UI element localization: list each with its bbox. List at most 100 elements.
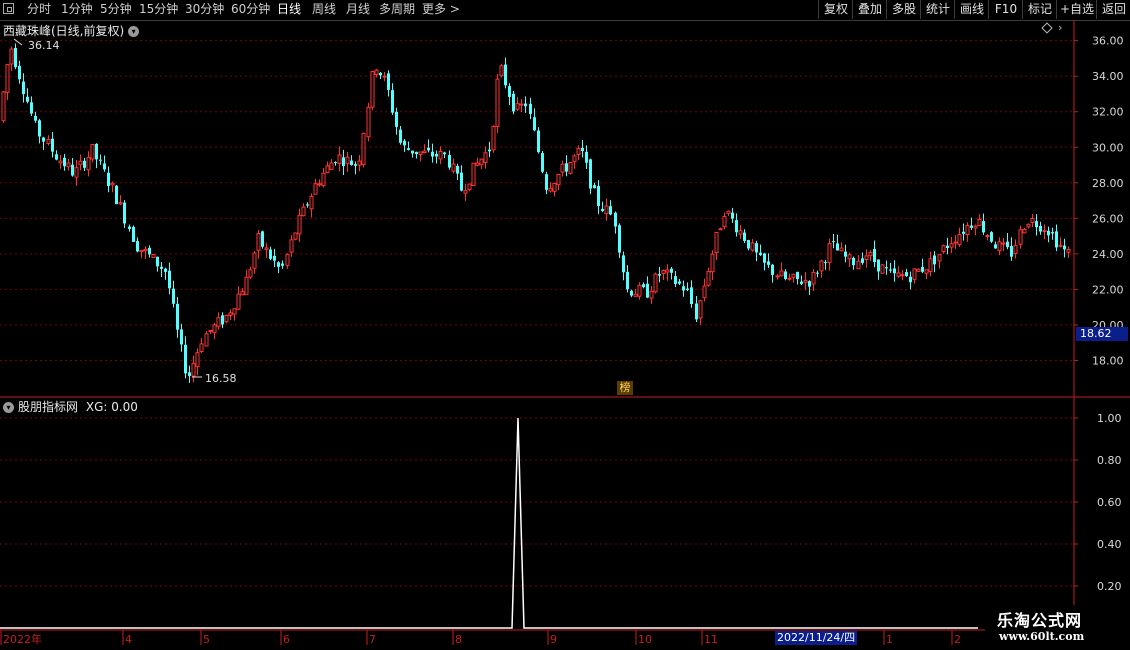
candle-body-down <box>1047 230 1050 236</box>
candle-body-down <box>877 259 880 272</box>
candle-body-up <box>228 312 233 316</box>
candle-body-down <box>545 174 548 190</box>
candle-body-up <box>977 218 982 226</box>
candle-body-down <box>844 251 847 257</box>
price-tick-label: 36.00 <box>1092 35 1124 48</box>
chevron-down-icon[interactable]: ▾ <box>128 26 140 37</box>
candle-body-down <box>508 86 511 97</box>
candle-body-up <box>827 243 832 263</box>
candle-body-up <box>58 160 63 164</box>
candle-body-down <box>909 276 912 283</box>
candle-body-down <box>755 243 758 253</box>
candle-body-down <box>678 281 681 284</box>
candle-body-down <box>658 274 661 276</box>
chevron-right-icon[interactable]: › <box>1058 21 1062 34</box>
candle-body-up <box>953 241 958 244</box>
price-tick-label: 18.00 <box>1092 354 1124 367</box>
candle-body-up <box>382 75 387 78</box>
candle-body-down <box>933 255 936 265</box>
candle-body-down <box>784 271 787 279</box>
ranking-badge[interactable]: 榜 <box>617 381 633 395</box>
candle-body-down <box>456 165 459 174</box>
candle-body-down <box>1051 232 1054 234</box>
price-tick-label: 26.00 <box>1092 212 1124 225</box>
candle-body-up <box>256 232 261 251</box>
indicator-tick-label: 0.40 <box>1097 538 1122 551</box>
candle-body-down <box>99 159 102 161</box>
candle-body-down <box>306 204 309 206</box>
low-price-label: 16.58 <box>205 372 237 385</box>
candle-body-up <box>965 225 970 236</box>
candle-body-up <box>345 156 350 165</box>
candle-body-down <box>435 153 438 157</box>
candle-body-down <box>63 157 66 167</box>
stock-title-text: 西藏珠峰(日线,前复权) <box>3 24 125 38</box>
candle-body-up <box>1 91 6 122</box>
x-axis-label: 9 <box>550 633 557 646</box>
candle-body-up <box>787 277 792 280</box>
candle-body-down <box>277 262 280 267</box>
indicator-tick-label: 0.80 <box>1097 454 1122 467</box>
candle-body-up <box>151 254 156 258</box>
candle-body-up <box>572 155 577 163</box>
candle-body-up <box>208 329 213 332</box>
cursor-date-tag: 2022/11/24/四 <box>775 631 858 645</box>
candle-body-up <box>548 187 553 192</box>
price-tick-label: 22.00 <box>1092 283 1124 296</box>
candle-body-up <box>864 255 869 261</box>
candle-body-down <box>905 272 908 277</box>
candle-body-down <box>448 155 451 168</box>
candle-body-down <box>391 90 394 113</box>
watermark-url: www.60lt.com <box>999 630 1085 643</box>
candle-body-down <box>796 271 799 280</box>
candle-body-up <box>216 317 221 327</box>
candle-body-up <box>738 230 743 235</box>
candle-body-up <box>1001 242 1006 245</box>
candle-body-down <box>601 208 604 211</box>
x-axis-label: 8 <box>455 633 462 646</box>
candle-body-down <box>403 140 406 146</box>
candle-body-up <box>924 269 929 274</box>
candle-body-up <box>957 234 962 246</box>
candle-body-up <box>236 293 241 310</box>
candle-body-up <box>366 106 371 138</box>
candle-body-down <box>26 96 29 102</box>
candle-body-up <box>604 205 609 215</box>
candle-body-up <box>718 228 723 231</box>
stock-title[interactable]: 西藏珠峰(日线,前复权) ▾ <box>3 22 140 39</box>
candle-body-down <box>136 241 139 252</box>
candle-body-up <box>337 154 342 165</box>
candle-body-down <box>354 164 357 166</box>
candle-body-down <box>18 65 21 80</box>
candle-body-up <box>1042 230 1047 233</box>
indicator-tick-label: 0.20 <box>1097 580 1122 593</box>
chevron-down-icon[interactable]: ▾ <box>3 402 14 413</box>
candle-body-down <box>982 221 985 233</box>
candle-body-up <box>329 162 334 170</box>
candle-body-up <box>438 150 443 160</box>
candle-body-down <box>273 255 276 261</box>
x-axis-label: 10 <box>638 633 652 646</box>
candle-body-up <box>519 103 524 106</box>
candle-body-up <box>928 258 933 272</box>
indicator-title[interactable]: ▾ 股朋指标网 XG: 0.00 <box>3 398 138 415</box>
candle-body-up <box>317 183 322 186</box>
candle-body-up <box>552 182 557 192</box>
candle-body-down <box>763 253 766 263</box>
candle-body-down <box>1035 221 1038 228</box>
candle-body-up <box>556 174 561 186</box>
x-axis-label: 11 <box>704 633 718 646</box>
candle-body-down <box>71 164 74 176</box>
candle-body-up <box>1066 249 1071 253</box>
chart-canvas[interactable]: 36.00 34.00 32.00 30.00 28.00 26.00 24.00 22.00… <box>0 0 1130 650</box>
watermark-title: 乐淘公式网 <box>997 611 1083 630</box>
candle-body-down <box>512 93 515 112</box>
candle-body-down <box>816 272 819 274</box>
candle-body-down <box>614 212 617 227</box>
candle-body-down <box>670 268 673 273</box>
candle-body-down <box>1039 226 1042 232</box>
candle-body-down <box>771 264 774 275</box>
x-axis-label: 5 <box>203 633 210 646</box>
candle-body-up <box>467 183 472 191</box>
candle-body-up <box>819 260 824 272</box>
